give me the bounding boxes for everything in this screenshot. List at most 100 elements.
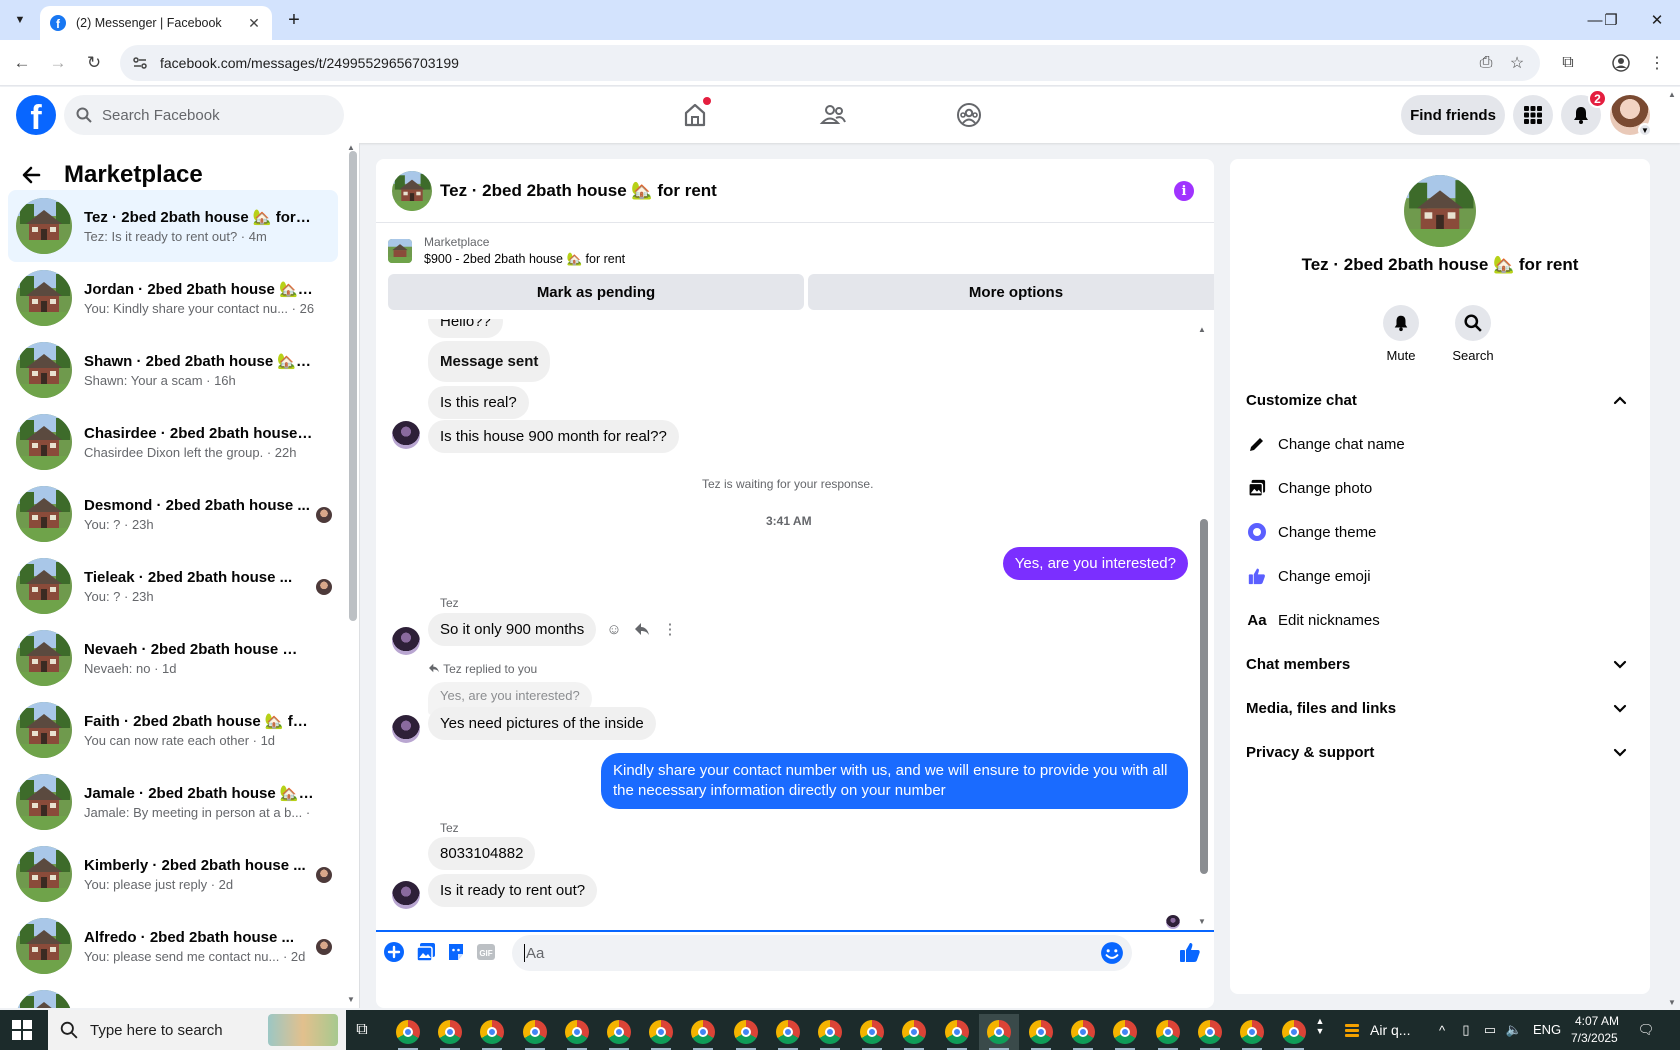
sender-avatar[interactable]: [392, 881, 420, 909]
task-view-icon[interactable]: ⧉: [350, 1018, 374, 1042]
conversation-item[interactable]: Desmond · 2bed 2bath house ... You: ? · 2…: [8, 478, 338, 550]
conversation-item[interactable]: Faith · 2bed 2bath house 🏡 for ... You ca…: [8, 694, 338, 766]
conversation-item[interactable]: Shawn · 2bed 2bath house 🏡 fo... Shawn: Y…: [8, 334, 338, 406]
conversation-item[interactable]: Zak · 2bed 2bath house 🏡 fo...: [8, 982, 338, 1008]
chrome-taskbar-icon[interactable]: [641, 1014, 681, 1050]
volume-icon[interactable]: 🔈: [1506, 1022, 1522, 1038]
account-chevron-down-icon[interactable]: ▼: [1638, 123, 1652, 137]
language-indicator[interactable]: ENG: [1533, 1022, 1561, 1037]
scroll-up-arrow-icon[interactable]: ▲: [1198, 325, 1206, 334]
back-arrow-icon[interactable]: [16, 160, 46, 190]
chrome-taskbar-icon[interactable]: [726, 1014, 766, 1050]
customize-chat-section[interactable]: Customize chat: [1246, 380, 1636, 420]
incoming-message[interactable]: So it only 900 months: [428, 613, 597, 646]
incoming-message[interactable]: Is it ready to rent out?: [428, 874, 598, 907]
browser-tab[interactable]: f (2) Messenger | Facebook ✕: [40, 6, 272, 40]
chrome-taskbar-icon[interactable]: [768, 1014, 808, 1050]
chrome-taskbar-icon[interactable]: [1190, 1014, 1230, 1050]
taskbar-scroll-icon[interactable]: ▲ ▼: [1312, 1016, 1328, 1036]
chrome-taskbar-icon[interactable]: [937, 1014, 977, 1050]
incoming-message[interactable]: Is this real?: [428, 386, 529, 419]
outgoing-message[interactable]: Yes, are you interested?: [1002, 547, 1188, 580]
more-actions-icon[interactable]: ⋮: [659, 618, 681, 640]
chrome-taskbar-icon[interactable]: [1063, 1014, 1103, 1050]
incoming-message[interactable]: Is this house 900 month for real??: [428, 420, 679, 453]
media-files-links-section[interactable]: Media, files and links: [1246, 688, 1636, 728]
mark-as-pending-button[interactable]: Mark as pending: [388, 274, 804, 310]
taskbar-search-box[interactable]: Type here to search: [48, 1010, 346, 1050]
browser-menu-icon[interactable]: ⋮: [1646, 52, 1668, 74]
device-icon[interactable]: ▯: [1458, 1022, 1474, 1038]
profile-icon[interactable]: [1610, 52, 1632, 74]
chat-avatar[interactable]: [392, 170, 432, 211]
facebook-logo-icon[interactable]: f: [16, 95, 56, 135]
sender-avatar[interactable]: [392, 421, 420, 449]
page-scroll-down-icon[interactable]: ▼: [1668, 998, 1676, 1007]
chrome-taskbar-icon[interactable]: [979, 1014, 1019, 1050]
groups-nav-icon[interactable]: [949, 95, 989, 135]
chrome-taskbar-icon[interactable]: [557, 1014, 597, 1050]
chrome-taskbar-icon[interactable]: [1105, 1014, 1145, 1050]
incoming-message[interactable]: 8033104882: [428, 837, 536, 870]
gif-icon[interactable]: GIF: [474, 940, 498, 964]
network-icon[interactable]: ▭: [1482, 1022, 1498, 1038]
scroll-down-arrow-icon[interactable]: ▼: [347, 995, 355, 1004]
home-nav-icon[interactable]: [675, 95, 715, 135]
conversation-item[interactable]: Jamale · 2bed 2bath house 🏡 f... Jamale: …: [8, 766, 338, 838]
change-emoji-item[interactable]: Change emoji: [1246, 556, 1636, 596]
show-hidden-icons-icon[interactable]: ^: [1434, 1022, 1450, 1038]
outgoing-message[interactable]: Kindly share your contact number with us…: [601, 753, 1188, 809]
forward-icon[interactable]: →: [45, 50, 71, 76]
chrome-taskbar-icon[interactable]: [430, 1014, 470, 1050]
new-tab-button[interactable]: +: [282, 8, 306, 32]
chrome-taskbar-icon[interactable]: [894, 1014, 934, 1050]
notification-center-icon[interactable]: 🗨: [1638, 1022, 1655, 1038]
clock-time[interactable]: 4:07 AM: [1575, 1014, 1619, 1028]
chrome-taskbar-icon[interactable]: [810, 1014, 850, 1050]
scroll-down-arrow-icon[interactable]: ▼: [1198, 917, 1206, 926]
info-icon[interactable]: i: [1174, 181, 1194, 201]
weather-text[interactable]: Air q...: [1370, 1022, 1410, 1038]
address-bar[interactable]: facebook.com/messages/t/2499552965670319…: [120, 45, 1540, 81]
chrome-taskbar-icon[interactable]: [1021, 1014, 1061, 1050]
conversation-item[interactable]: Nevaeh · 2bed 2bath house 🏡 f... Nevaeh: …: [8, 622, 338, 694]
chrome-taskbar-icon[interactable]: [852, 1014, 892, 1050]
find-friends-button[interactable]: Find friends: [1401, 95, 1505, 135]
chrome-taskbar-icon[interactable]: [1148, 1014, 1188, 1050]
menu-grid-icon[interactable]: [1513, 95, 1553, 135]
sender-avatar[interactable]: [392, 627, 420, 655]
thumbs-up-icon[interactable]: [1178, 940, 1202, 964]
mute-button[interactable]: Mute: [1371, 305, 1431, 363]
conversation-item[interactable]: Tieleak · 2bed 2bath house ... You: ? · 2…: [8, 550, 338, 622]
sender-avatar[interactable]: [392, 715, 420, 743]
sidebar-scrollbar[interactable]: [349, 151, 357, 621]
chrome-taskbar-icon[interactable]: [1274, 1014, 1314, 1050]
plus-circle-icon[interactable]: [382, 940, 406, 964]
back-icon[interactable]: ←: [9, 50, 35, 76]
windows-start-icon[interactable]: [12, 1020, 32, 1040]
conversation-item[interactable]: Jordan · 2bed 2bath house 🏡 f... You: Kin…: [8, 262, 338, 334]
marketplace-listing[interactable]: Marketplace $900 - 2bed 2bath house 🏡 fo…: [388, 233, 625, 269]
conversation-item[interactable]: Alfredo · 2bed 2bath house ... You: pleas…: [8, 910, 338, 982]
install-app-icon[interactable]: ⎙: [1475, 52, 1497, 74]
notifications-bell-icon[interactable]: 2: [1561, 89, 1607, 135]
photo-icon[interactable]: [414, 940, 438, 964]
conversation-item[interactable]: Tez · 2bed 2bath house 🏡 for re... Tez: I…: [8, 190, 338, 262]
chrome-taskbar-icon[interactable]: [683, 1014, 723, 1050]
facebook-search-input[interactable]: Search Facebook: [64, 95, 344, 135]
change-chat-name-item[interactable]: Change chat name: [1246, 424, 1636, 464]
chat-members-section[interactable]: Chat members: [1246, 644, 1636, 684]
chrome-taskbar-icon[interactable]: [472, 1014, 512, 1050]
chat-scrollbar[interactable]: [1200, 519, 1208, 874]
conversation-item[interactable]: Kimberly · 2bed 2bath house ... You: plea…: [8, 838, 338, 910]
privacy-support-section[interactable]: Privacy & support: [1246, 732, 1636, 772]
tab-search-button[interactable]: ▼: [8, 8, 32, 32]
incoming-message[interactable]: Yes need pictures of the inside: [428, 707, 656, 740]
page-scroll-up-icon[interactable]: ▲: [1668, 90, 1676, 99]
clock-date[interactable]: 7/3/2025: [1571, 1031, 1618, 1045]
chat-title[interactable]: Tez · 2bed 2bath house 🏡 for rent: [440, 181, 717, 201]
chrome-taskbar-icon[interactable]: [388, 1014, 428, 1050]
chrome-taskbar-icon[interactable]: [1232, 1014, 1272, 1050]
friends-nav-icon[interactable]: [813, 95, 853, 135]
message-input[interactable]: Aa: [512, 935, 1132, 971]
